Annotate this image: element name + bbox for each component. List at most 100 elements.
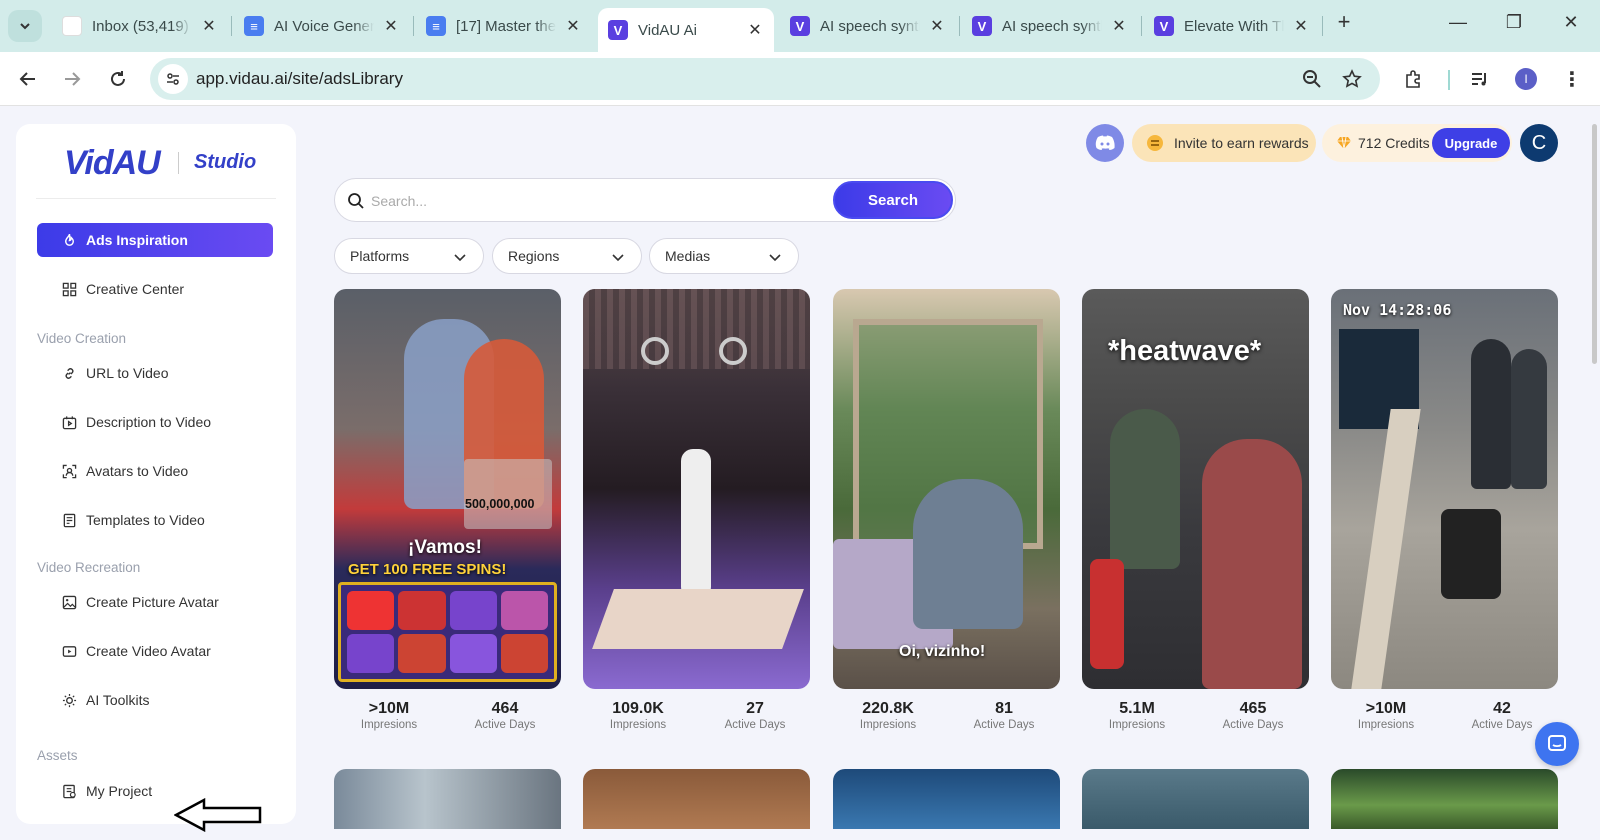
chevron-down-icon: [454, 254, 466, 262]
stat-active-days: 42 Active Days: [1447, 700, 1557, 731]
ad-caption-2: GET 100 FREE SPINS!: [348, 561, 507, 578]
sidebar-item-creative-center[interactable]: Creative Center: [37, 272, 273, 306]
sidebar-item-templates-to-video[interactable]: Templates to Video: [37, 503, 273, 537]
sidebar-item-ai-toolkits[interactable]: AI Toolkits: [37, 683, 273, 717]
ad-card-3[interactable]: Oi, vizinho!: [833, 289, 1060, 689]
ad-card-9[interactable]: [1082, 769, 1309, 829]
tab-ai-voice[interactable]: ≡ AI Voice Generator ✕: [234, 9, 410, 43]
logo[interactable]: VidAU: [64, 144, 161, 183]
arrow-left-icon: [19, 72, 35, 86]
close-window-button[interactable]: ✕: [1557, 12, 1585, 33]
credits-label: 712 Credits: [1358, 135, 1430, 151]
document-video-icon: [61, 414, 77, 430]
vidau-icon: V: [608, 20, 628, 40]
tab-vidau[interactable]: V VidAU Ai ✕: [598, 8, 774, 52]
discord-button[interactable]: [1086, 124, 1124, 162]
search-bar: Search: [334, 178, 956, 222]
forward-button[interactable]: [58, 65, 86, 93]
tab-label: AI Voice Generator: [274, 17, 374, 35]
extensions-button[interactable]: [1400, 65, 1428, 93]
tab-label: AI speech synthesis: [1002, 17, 1102, 35]
stat-label: Active Days: [724, 719, 786, 731]
sidebar-item-create-video-avatar[interactable]: Create Video Avatar: [37, 634, 273, 668]
ad-card-5[interactable]: Nov 14:28:06: [1331, 289, 1558, 689]
desk: [1351, 409, 1421, 689]
restore-button[interactable]: ❐: [1500, 12, 1528, 33]
sidebar-item-label: Templates to Video: [86, 512, 205, 528]
address-bar[interactable]: app.vidau.ai/site/adsLibrary: [150, 58, 1380, 100]
profile-button[interactable]: I: [1512, 65, 1540, 93]
back-button[interactable]: [14, 65, 42, 93]
filter-medias[interactable]: Medias: [649, 238, 799, 274]
tab-label: VidAU Ai: [638, 21, 697, 39]
stat-value: 220.8K: [862, 700, 914, 717]
ad-card-1[interactable]: 500,000,000 ¡Vamos! GET 100 FREE SPINS!: [334, 289, 561, 689]
arrow-right-icon: [65, 72, 81, 86]
upgrade-button[interactable]: Upgrade: [1432, 128, 1510, 158]
close-icon[interactable]: ✕: [928, 16, 946, 36]
sidebar-item-ads-inspiration[interactable]: Ads Inspiration: [37, 223, 273, 257]
filter-platforms[interactable]: Platforms: [334, 238, 484, 274]
close-icon[interactable]: ✕: [200, 16, 218, 36]
new-tab-button[interactable]: +: [1330, 9, 1358, 35]
chat-icon: [1548, 735, 1566, 751]
sidebar-item-avatars-to-video[interactable]: Avatars to Video: [37, 454, 273, 488]
page-scrollbar[interactable]: [1592, 124, 1597, 364]
stat-value: >10M: [368, 700, 410, 717]
reload-button[interactable]: [104, 65, 132, 93]
docs-icon: ≡: [426, 16, 446, 36]
close-icon[interactable]: ✕: [564, 16, 582, 36]
slot-reels: [338, 582, 557, 682]
tab-master[interactable]: ≡ [17] Master the ✕: [416, 9, 592, 43]
search-button[interactable]: Search: [833, 181, 953, 219]
tab-speech-1[interactable]: V AI speech synthesis ✕: [780, 9, 956, 43]
ad-card-4[interactable]: *heatwave*: [1082, 289, 1309, 689]
chat-support-button[interactable]: [1535, 722, 1579, 766]
stat-label: Active Days: [474, 719, 536, 731]
bookmark-button[interactable]: [1340, 67, 1364, 91]
sidebar-item-label: Create Picture Avatar: [86, 594, 219, 610]
ad-card-2[interactable]: [583, 289, 810, 689]
invite-rewards-button[interactable]: Invite to earn rewards: [1132, 124, 1316, 162]
tab-search-button[interactable]: [8, 10, 42, 42]
stat-value: 464: [491, 700, 519, 717]
ad-card-6[interactable]: [334, 769, 561, 829]
stat-value: 465: [1239, 700, 1267, 717]
tab-label: [17] Master the: [456, 17, 556, 35]
stat-impressions: >10M Impresions: [334, 700, 444, 731]
close-icon[interactable]: ✕: [382, 16, 400, 36]
filter-regions[interactable]: Regions: [492, 238, 642, 274]
search-input[interactable]: [371, 187, 811, 215]
close-icon[interactable]: ✕: [746, 20, 764, 40]
video-icon: [61, 643, 77, 659]
close-icon[interactable]: ✕: [1292, 16, 1310, 36]
tab-elevate[interactable]: V Elevate With The ✕: [1144, 9, 1320, 43]
sidebar-item-create-picture-avatar[interactable]: Create Picture Avatar: [37, 585, 273, 619]
ad-card-8[interactable]: [833, 769, 1060, 829]
zoom-button[interactable]: [1300, 67, 1324, 91]
tab-gmail[interactable]: M Inbox (53,419) ✕: [52, 9, 228, 43]
sidebar-item-label: URL to Video: [86, 365, 169, 381]
ad-card-7[interactable]: [583, 769, 810, 829]
url-text: app.vidau.ai/site/adsLibrary: [196, 69, 403, 88]
discord-icon: [1095, 135, 1115, 150]
media-control-button[interactable]: [1466, 65, 1494, 93]
ad-card-10[interactable]: [1331, 769, 1558, 829]
ad-caption: Oi, vizinho!: [899, 643, 986, 660]
stat-value: 42: [1493, 700, 1511, 717]
project-icon: [61, 783, 77, 799]
sidebar-item-url-to-video[interactable]: URL to Video: [37, 356, 273, 390]
tab-speech-2[interactable]: V AI speech synthesis ✕: [962, 9, 1138, 43]
minimize-button[interactable]: —: [1444, 12, 1472, 33]
gift-icon: [1146, 134, 1164, 152]
chevron-down-icon: [20, 23, 30, 30]
ad-thumbnail-figure: [1471, 339, 1511, 489]
vidau-icon: V: [790, 16, 810, 36]
site-info-button[interactable]: [158, 64, 188, 94]
tab-label: Elevate With The: [1184, 17, 1284, 35]
user-avatar[interactable]: C: [1520, 124, 1558, 162]
sidebar-item-description-to-video[interactable]: Description to Video: [37, 405, 273, 439]
close-icon[interactable]: ✕: [1110, 16, 1128, 36]
browser-menu-button[interactable]: ⋮: [1558, 65, 1586, 93]
chevron-down-icon: [612, 254, 624, 262]
